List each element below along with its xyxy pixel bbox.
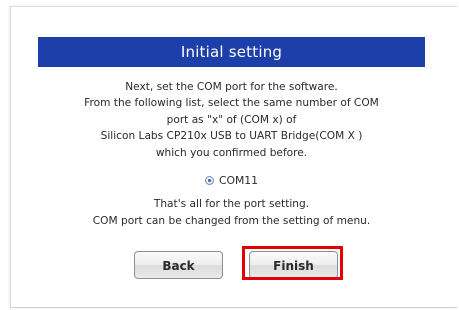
radio-dot-icon bbox=[207, 178, 211, 182]
completion-line: COM port can be changed from the setting… bbox=[92, 215, 371, 227]
finish-button[interactable]: Finish bbox=[249, 251, 338, 279]
com-port-label[interactable]: COM11 bbox=[219, 174, 258, 187]
instruction-text: Next, set the COM port for the software.… bbox=[38, 79, 425, 161]
back-button[interactable]: Back bbox=[134, 251, 223, 279]
completion-line: That's all for the port setting. bbox=[153, 198, 310, 210]
instruction-line: Next, set the COM port for the software. bbox=[125, 81, 338, 93]
radio-button-selected[interactable] bbox=[204, 175, 214, 185]
instruction-line: which you confirmed before. bbox=[155, 146, 308, 159]
instruction-line: Silicon Labs CP210x USB to UART Bridge(C… bbox=[100, 130, 363, 143]
dialog-title: Initial setting bbox=[38, 37, 425, 67]
completion-text: That's all for the port setting. COM por… bbox=[38, 196, 425, 230]
com-port-option[interactable]: COM11 bbox=[38, 172, 425, 188]
instruction-line: From the following list, select the same… bbox=[84, 97, 379, 110]
screenshot-canvas: Initial setting Next, set the COM port f… bbox=[0, 0, 459, 310]
instruction-line: port as "x" of (COM x) of bbox=[166, 113, 297, 126]
